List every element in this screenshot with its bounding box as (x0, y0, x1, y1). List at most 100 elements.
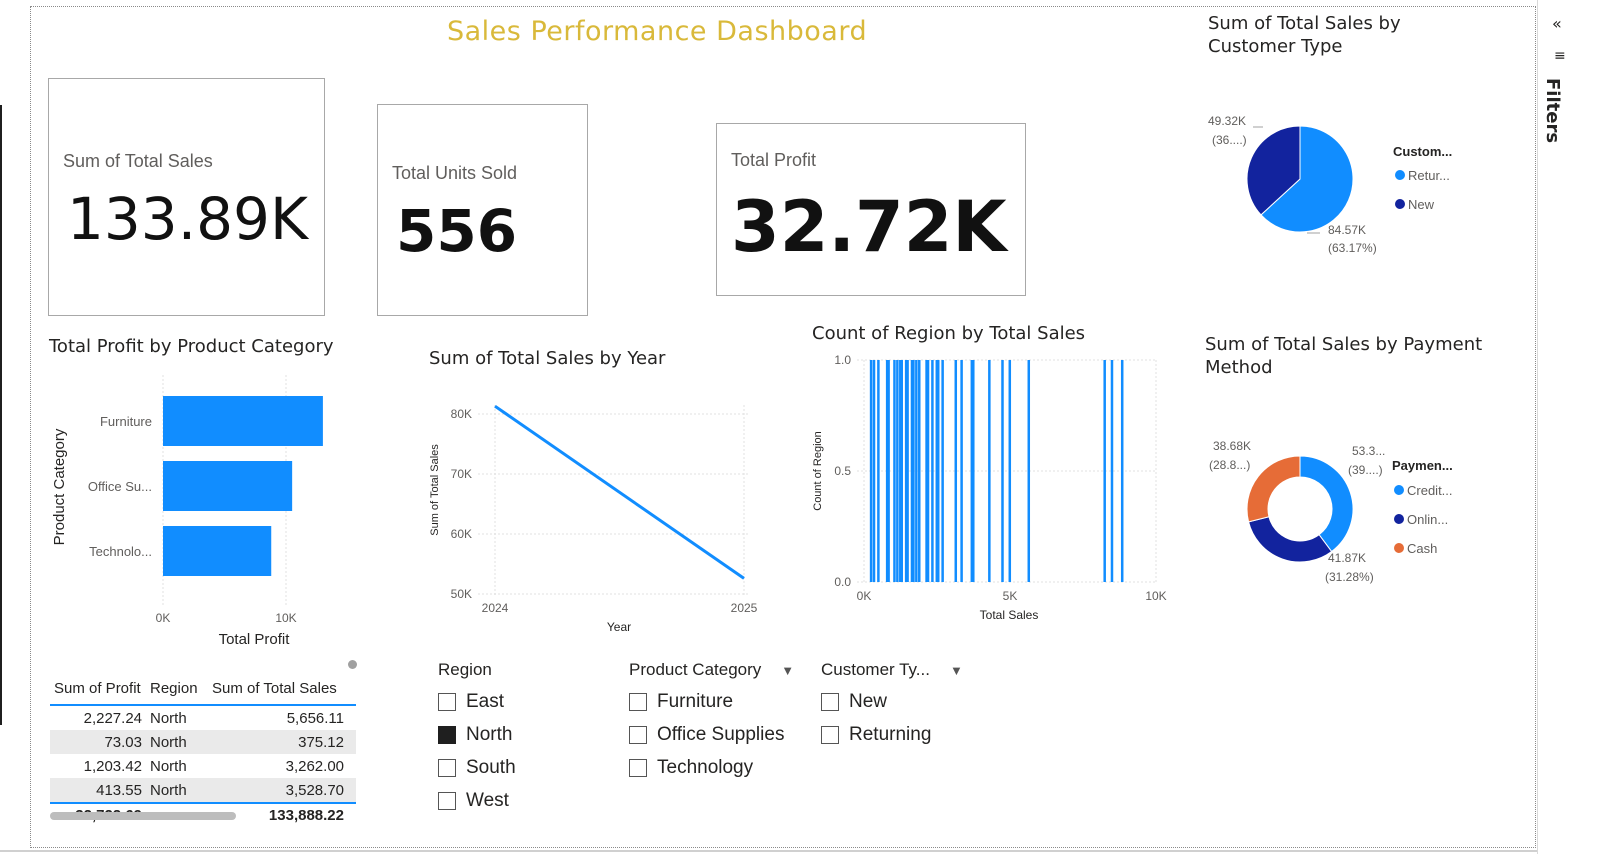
region-option-north[interactable]: North (438, 718, 516, 751)
pie-legend-new[interactable]: New (1408, 197, 1435, 212)
chevron-down-icon[interactable]: ▼ (950, 663, 963, 678)
col-bar[interactable] (1110, 360, 1114, 582)
sales-by-year-chart[interactable]: 80K 70K 60K 50K 2024 2025 Year Sum of To… (420, 395, 770, 640)
table-cell-profit: 73.03 (104, 733, 142, 751)
col-bar[interactable] (872, 360, 876, 582)
col-bar[interactable] (1008, 360, 1012, 582)
total-sales-card[interactable]: Sum of Total Sales 133.89K (48, 78, 325, 316)
region-by-sales-chart[interactable]: 1.0 0.5 0.0 0K 5K 10K Total Sales Count … (805, 348, 1175, 628)
col-bar[interactable] (1001, 360, 1004, 582)
line-x-tick-2024: 2024 (482, 601, 509, 615)
bar-0[interactable] (163, 396, 323, 446)
table-cell-sales: 5,656.11 (286, 709, 344, 727)
pie-label-new-pct: (36....) (1212, 133, 1247, 147)
col-bar[interactable] (896, 360, 899, 582)
customer-option-returning[interactable]: Returning (821, 718, 963, 751)
col-bar[interactable] (906, 360, 909, 582)
profit-by-category-chart[interactable]: Furniture Office Su... Technolo... Product… (40, 365, 360, 655)
col-bar[interactable] (918, 360, 921, 582)
col-bar[interactable] (893, 360, 896, 582)
col-bar[interactable] (1027, 360, 1031, 582)
checkbox[interactable] (629, 692, 647, 711)
checkbox[interactable] (821, 692, 839, 711)
col-bar[interactable] (988, 360, 991, 582)
checkbox[interactable] (438, 758, 456, 777)
col-x-tick-5k: 5K (1003, 589, 1018, 603)
category-option-office-supplies[interactable]: Office Supplies (629, 718, 794, 751)
col-bar[interactable] (900, 360, 904, 582)
checkbox-checked[interactable] (438, 725, 456, 744)
slice-cash[interactable] (1246, 455, 1301, 523)
col-bar[interactable] (926, 360, 930, 582)
slice-onlin[interactable] (1247, 516, 1333, 563)
bar-category-label: Technolo... (89, 544, 152, 559)
donut-legend-credit[interactable]: Credit... (1407, 483, 1453, 498)
table-row[interactable]: 1,203.42 North 3,262.00 (50, 754, 356, 778)
checkbox[interactable] (629, 725, 647, 744)
col-bar[interactable] (1120, 360, 1124, 582)
checkbox[interactable] (821, 725, 839, 744)
donut-label-online-value: 41.87K (1328, 551, 1366, 565)
checkbox[interactable] (438, 692, 456, 711)
region-option-south[interactable]: South (438, 751, 516, 784)
checkbox[interactable] (438, 791, 456, 810)
option-label: South (466, 756, 516, 778)
total-profit-card[interactable]: Total Profit 32.72K (716, 123, 1026, 296)
col-bar[interactable] (937, 360, 940, 582)
col-bar[interactable] (887, 360, 890, 582)
table-row[interactable]: 413.55 North 3,528.70 (50, 778, 356, 802)
checkbox[interactable] (629, 758, 647, 777)
col-bar[interactable] (912, 360, 915, 582)
col-bar[interactable] (869, 360, 873, 582)
line-y-tick-80k: 80K (451, 407, 472, 421)
profit-region-table[interactable]: Sum of Profit Region Sum of Total Sales … (50, 672, 356, 826)
category-option-technology[interactable]: Technology (629, 751, 794, 784)
table-header-profit[interactable]: Sum of Profit (50, 680, 148, 697)
table-row[interactable]: 2,227.24 North 5,656.11 (50, 706, 356, 730)
category-slicer-title: Product Category (629, 660, 762, 679)
sales-by-customer-type-chart[interactable]: 49.32K (36....) 84.57K (63.17%) Custom..… (1195, 105, 1495, 265)
col-bar[interactable] (941, 360, 944, 582)
region-slicer: Region East North South West (438, 655, 516, 817)
col-bar[interactable] (960, 360, 963, 582)
table-horizontal-scrollbar[interactable] (50, 812, 236, 820)
donut-legend-cash[interactable]: Cash (1407, 541, 1437, 556)
col-y-tick-0: 0.0 (834, 575, 851, 589)
region-option-west[interactable]: West (438, 784, 516, 817)
line-x-axis-label: Year (607, 620, 631, 634)
col-bar[interactable] (915, 360, 918, 582)
slice-credit[interactable] (1299, 455, 1354, 553)
col-bar[interactable] (954, 360, 958, 582)
filters-label[interactable]: Filters (1542, 78, 1563, 143)
col-bar[interactable] (972, 360, 975, 582)
table-header-region[interactable]: Region (148, 680, 206, 697)
col-bar[interactable] (931, 360, 934, 582)
units-sold-card[interactable]: Total Units Sold 556 (377, 104, 588, 316)
donut-legend-online[interactable]: Onlin... (1407, 512, 1448, 527)
dashboard-title: Sales Performance Dashboard (447, 16, 868, 47)
units-sold-value: 556 (396, 197, 518, 265)
bar-1[interactable] (163, 461, 293, 511)
chevron-down-icon[interactable]: ▼ (781, 663, 794, 678)
units-sold-label: Total Units Sold (392, 163, 518, 183)
table-cell-profit: 413.55 (96, 781, 142, 799)
sales-by-payment-chart[interactable]: 38.68K (28.8...) 53.3... (39....) 41.87K… (1195, 430, 1495, 595)
option-label: West (466, 789, 509, 811)
collapse-icon[interactable]: « (1552, 14, 1562, 33)
col-bar[interactable] (1103, 360, 1106, 582)
bar-x-axis-label: Total Profit (219, 631, 291, 648)
region-option-east[interactable]: East (438, 685, 516, 718)
table-row[interactable]: 73.03 North 375.12 (50, 730, 356, 754)
donut-legend-dot-cash (1394, 543, 1404, 553)
donut-label-online-pct: (31.28%) (1325, 570, 1374, 584)
pie-legend-returning[interactable]: Retur... (1408, 168, 1450, 183)
customer-option-new[interactable]: New (821, 685, 963, 718)
col-chart-title: Count of Region by Total Sales (812, 323, 1086, 344)
col-y-tick-1: 1.0 (834, 353, 851, 367)
bar-x-tick-0: 0K (156, 611, 171, 625)
bar-2[interactable] (163, 526, 272, 576)
category-option-furniture[interactable]: Furniture (629, 685, 794, 718)
table-scroll-indicator[interactable] (348, 660, 357, 669)
col-bar[interactable] (877, 360, 880, 582)
table-header-sales[interactable]: Sum of Total Sales (206, 680, 350, 697)
